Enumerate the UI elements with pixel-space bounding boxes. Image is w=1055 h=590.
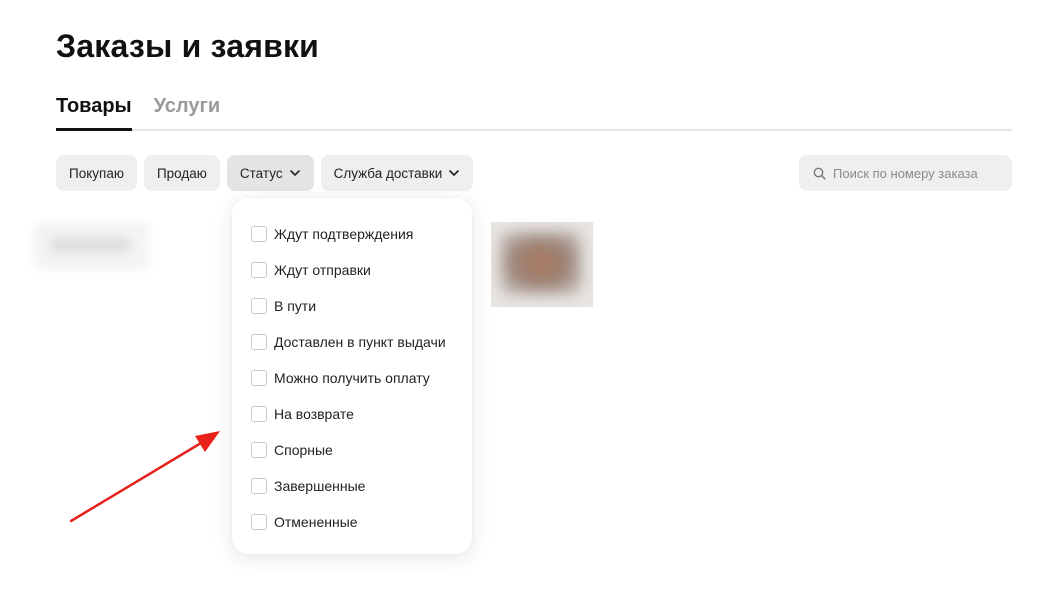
status-option-label: Доставлен в пункт выдачи <box>274 334 446 350</box>
orders-page: Заказы и заявки Товары Услуги Покупаю Пр… <box>0 0 1055 590</box>
status-option-label: В пути <box>274 298 317 314</box>
status-option-label: Отмененные <box>274 514 358 530</box>
tabs-bar: Товары Услуги <box>56 90 1012 131</box>
order-search-box[interactable] <box>799 155 1012 191</box>
delivery-service-dropdown[interactable]: Служба доставки <box>320 155 474 191</box>
arrow-head <box>195 431 220 452</box>
status-option-label: Завершенные <box>274 478 366 494</box>
status-checkbox[interactable] <box>251 226 267 242</box>
status-checkbox[interactable] <box>251 514 267 530</box>
selling-filter-button[interactable]: Продаю <box>143 155 220 191</box>
status-option-label: Спорные <box>274 442 333 458</box>
status-filter-dropdown[interactable]: Статус <box>226 155 314 191</box>
status-checkbox[interactable] <box>251 370 267 386</box>
status-option-label: Можно получить оплату <box>274 370 430 386</box>
page-title: Заказы и заявки <box>56 28 320 64</box>
chevron-down-icon <box>449 170 460 176</box>
status-option-in-transit[interactable]: В пути <box>232 288 472 324</box>
order-search-input[interactable] <box>833 165 993 181</box>
buying-filter-button[interactable]: Покупаю <box>56 155 137 191</box>
status-option-completed[interactable]: Завершенные <box>232 468 472 504</box>
status-checkbox[interactable] <box>251 262 267 278</box>
status-option-label: Ждут отправки <box>274 262 371 278</box>
status-option-payment-available[interactable]: Можно получить оплату <box>232 360 472 396</box>
delivery-service-label: Служба доставки <box>333 165 443 181</box>
blurred-product-image <box>501 232 581 294</box>
search-icon <box>813 167 826 180</box>
status-checkbox[interactable] <box>251 442 267 458</box>
status-option-delivered-to-pickup[interactable]: Доставлен в пункт выдачи <box>232 324 472 360</box>
status-checkbox[interactable] <box>251 334 267 350</box>
status-dropdown-menu: Ждут подтверждения Ждут отправки В пути … <box>232 198 472 554</box>
blurred-order-text-detail <box>50 238 130 252</box>
tab-services[interactable]: Услуги <box>154 90 221 131</box>
selling-filter-label: Продаю <box>156 165 207 181</box>
arrow-shaft <box>69 438 208 523</box>
status-checkbox[interactable] <box>251 298 267 314</box>
status-option-returning[interactable]: На возврате <box>232 396 472 432</box>
blurred-product-thumbnail[interactable] <box>491 222 593 307</box>
status-checkbox[interactable] <box>251 406 267 422</box>
chevron-down-icon <box>289 170 300 176</box>
tab-goods[interactable]: Товары <box>56 90 132 131</box>
status-option-awaiting-confirmation[interactable]: Ждут подтверждения <box>232 216 472 252</box>
filter-bar: Покупаю Продаю Статус Служба доставки <box>56 155 474 191</box>
status-option-cancelled[interactable]: Отмененные <box>232 504 472 540</box>
status-filter-label: Статус <box>239 165 283 181</box>
status-option-awaiting-shipment[interactable]: Ждут отправки <box>232 252 472 288</box>
status-checkbox[interactable] <box>251 478 267 494</box>
buying-filter-label: Покупаю <box>69 165 124 181</box>
status-option-label: Ждут подтверждения <box>274 226 414 242</box>
status-option-label: На возврате <box>274 406 354 422</box>
status-option-disputed[interactable]: Спорные <box>232 432 472 468</box>
